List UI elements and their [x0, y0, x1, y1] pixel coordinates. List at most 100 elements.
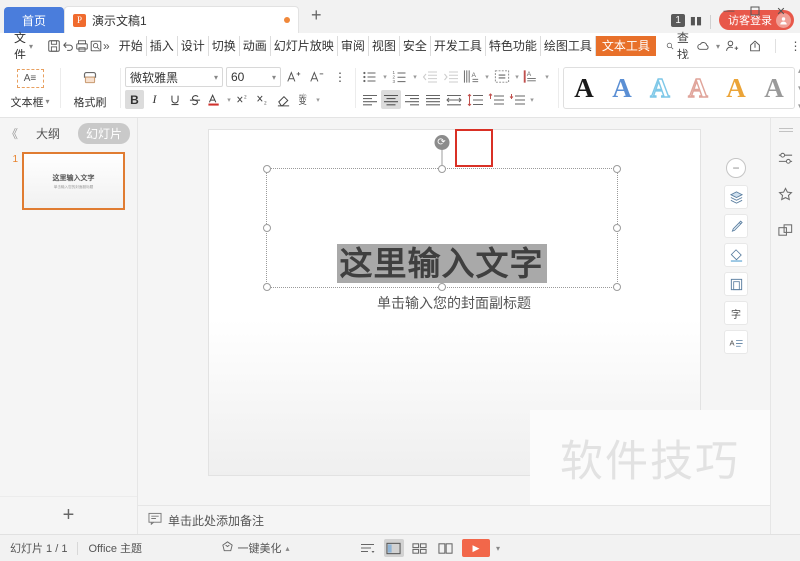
textbox-button[interactable]: A≡ 文本框 ▾ — [5, 67, 55, 110]
tab-animation[interactable]: 动画 — [240, 36, 271, 56]
fill-bucket-icon[interactable] — [724, 243, 748, 267]
align-left-button[interactable] — [360, 90, 380, 109]
align-center-button[interactable] — [381, 90, 401, 109]
tab-text-tools[interactable]: 文本工具 — [595, 36, 656, 56]
collapse-panel-icon[interactable]: 《 — [6, 125, 18, 142]
brush-icon[interactable] — [724, 214, 748, 238]
tab-review[interactable]: 审阅 — [338, 36, 369, 56]
undo-icon[interactable] — [61, 36, 75, 57]
resize-handle-e[interactable] — [612, 224, 621, 232]
reading-view-icon[interactable] — [436, 539, 456, 557]
wordart-style-4[interactable]: A — [679, 68, 717, 108]
decrease-indent-button[interactable] — [420, 67, 440, 86]
font-family-select[interactable]: 微软雅黑 ▾ — [125, 67, 223, 87]
new-tab-button[interactable]: + — [299, 6, 334, 26]
chevron-down-icon[interactable]: ▾ — [381, 73, 389, 81]
shape-frame-icon[interactable] — [724, 272, 748, 296]
tab-counter[interactable]: 1 — [671, 14, 685, 27]
more-options-icon[interactable]: ⋮ — [785, 36, 800, 57]
slide-thumbnail-1[interactable]: 这里输入文字 单击输入您的封面副标题 — [22, 152, 125, 210]
save-icon[interactable] — [47, 36, 61, 57]
selection-panel-icon[interactable] — [776, 220, 796, 240]
font-size-select[interactable]: 60 ▾ — [226, 67, 281, 87]
print-icon[interactable] — [75, 36, 89, 57]
notes-pane[interactable]: 单击此处添加备注 — [138, 505, 770, 534]
print-preview-icon[interactable] — [89, 36, 103, 57]
underline-button[interactable] — [165, 90, 184, 109]
theme-label[interactable]: Office 主题 — [78, 540, 152, 556]
resize-handle-n[interactable] — [437, 165, 446, 173]
add-slide-button[interactable]: + — [0, 496, 137, 534]
pinyin-guide-button[interactable]: 变 wén — [294, 90, 313, 109]
font-more-options-icon[interactable]: ⋮ — [330, 67, 350, 87]
chevron-down-icon[interactable]: ▾ — [411, 73, 419, 81]
bullet-list-button[interactable] — [360, 67, 380, 86]
chevron-down-icon[interactable]: ▾ — [513, 73, 521, 81]
justify-button[interactable] — [423, 90, 443, 109]
distribute-button[interactable] — [444, 90, 464, 109]
title-placeholder-selection[interactable]: ⟳ 这里输入文字 — [262, 135, 621, 291]
quick-access-more-icon[interactable]: » — [103, 36, 110, 57]
text-align-icon[interactable]: A — [724, 330, 748, 354]
close-button[interactable]: ✕ — [768, 2, 794, 20]
resize-handle-nw[interactable] — [262, 165, 271, 173]
font-color-button[interactable] — [205, 90, 224, 109]
tab-drawing-tools[interactable]: 绘图工具 — [541, 36, 596, 56]
shrink-font-button[interactable] — [307, 67, 327, 87]
subscript-button[interactable]: 2 — [254, 90, 273, 109]
tab-list-icon[interactable]: ▮▮ — [690, 14, 702, 27]
wordart-style-6[interactable]: A — [755, 68, 793, 108]
rail-grip-icon[interactable] — [778, 128, 793, 132]
home-tab[interactable]: 首页 — [4, 7, 64, 33]
add-collaborator-icon[interactable] — [722, 36, 743, 57]
strikethrough-button[interactable] — [185, 90, 204, 109]
float-toolbar-collapse-icon[interactable]: − — [726, 158, 746, 178]
bold-button[interactable]: B — [125, 90, 144, 109]
chevron-down-icon[interactable]: ▾ — [314, 96, 322, 104]
tab-transition[interactable]: 切换 — [209, 36, 240, 56]
tab-insert[interactable]: 插入 — [147, 36, 178, 56]
properties-panel-icon[interactable] — [776, 148, 796, 168]
tab-slideshow[interactable]: 幻灯片放映 — [271, 36, 338, 56]
document-tab[interactable]: P 演示文稿1 — [64, 6, 299, 33]
resize-handle-ne[interactable] — [612, 165, 621, 173]
tab-design[interactable]: 设计 — [178, 36, 209, 56]
find-button[interactable]: 查找 — [666, 29, 693, 63]
tab-slides[interactable]: 幻灯片 — [78, 122, 131, 144]
format-painter-button[interactable]: 格式刷 — [65, 67, 115, 110]
clear-formatting-button[interactable] — [274, 90, 293, 109]
text-direction-button[interactable]: A — [462, 67, 482, 86]
slide-subtitle-text[interactable]: 单击输入您的封面副标题 — [209, 293, 700, 313]
cloud-icon[interactable] — [693, 36, 714, 57]
tab-security[interactable]: 安全 — [400, 36, 431, 56]
wordart-style-3[interactable]: A — [641, 68, 679, 108]
chevron-down-icon[interactable]: ▾ — [528, 96, 536, 104]
maximize-button[interactable] — [742, 2, 768, 20]
tab-features[interactable]: 特色功能 — [486, 36, 541, 56]
effects-panel-icon[interactable] — [776, 184, 796, 204]
italic-button[interactable]: I — [145, 90, 164, 109]
align-right-button[interactable] — [402, 90, 422, 109]
increase-indent-button[interactable] — [441, 67, 461, 86]
wordart-style-1[interactable]: A — [565, 68, 603, 108]
normal-view-icon[interactable] — [383, 539, 404, 557]
grow-font-button[interactable] — [284, 67, 304, 87]
superscript-button[interactable]: 2 — [234, 90, 253, 109]
increase-paragraph-spacing-button[interactable] — [486, 90, 506, 109]
wordart-style-5[interactable]: A — [717, 68, 755, 108]
rotate-handle-icon[interactable]: ⟳ — [434, 135, 449, 150]
chevron-down-icon[interactable]: ▾ — [483, 73, 491, 81]
view-options-icon[interactable] — [358, 539, 378, 557]
slide-sorter-icon[interactable] — [410, 539, 430, 557]
numbered-list-button[interactable]: 123 — [390, 67, 410, 86]
tab-start[interactable]: 开始 — [116, 36, 147, 56]
tab-outline[interactable]: 大纲 — [28, 123, 68, 144]
tab-view[interactable]: 视图 — [369, 36, 400, 56]
minimize-button[interactable]: — — [716, 2, 742, 20]
list-item[interactable]: 1 这里输入文字 单击输入您的封面副标题 — [0, 152, 137, 210]
chevron-down-icon[interactable]: ▾ — [543, 73, 551, 81]
wordart-style-2[interactable]: A — [603, 68, 641, 108]
resize-handle-w[interactable] — [262, 224, 271, 232]
align-text-button[interactable] — [492, 67, 512, 86]
convert-to-smartart-button[interactable]: A — [522, 67, 542, 86]
